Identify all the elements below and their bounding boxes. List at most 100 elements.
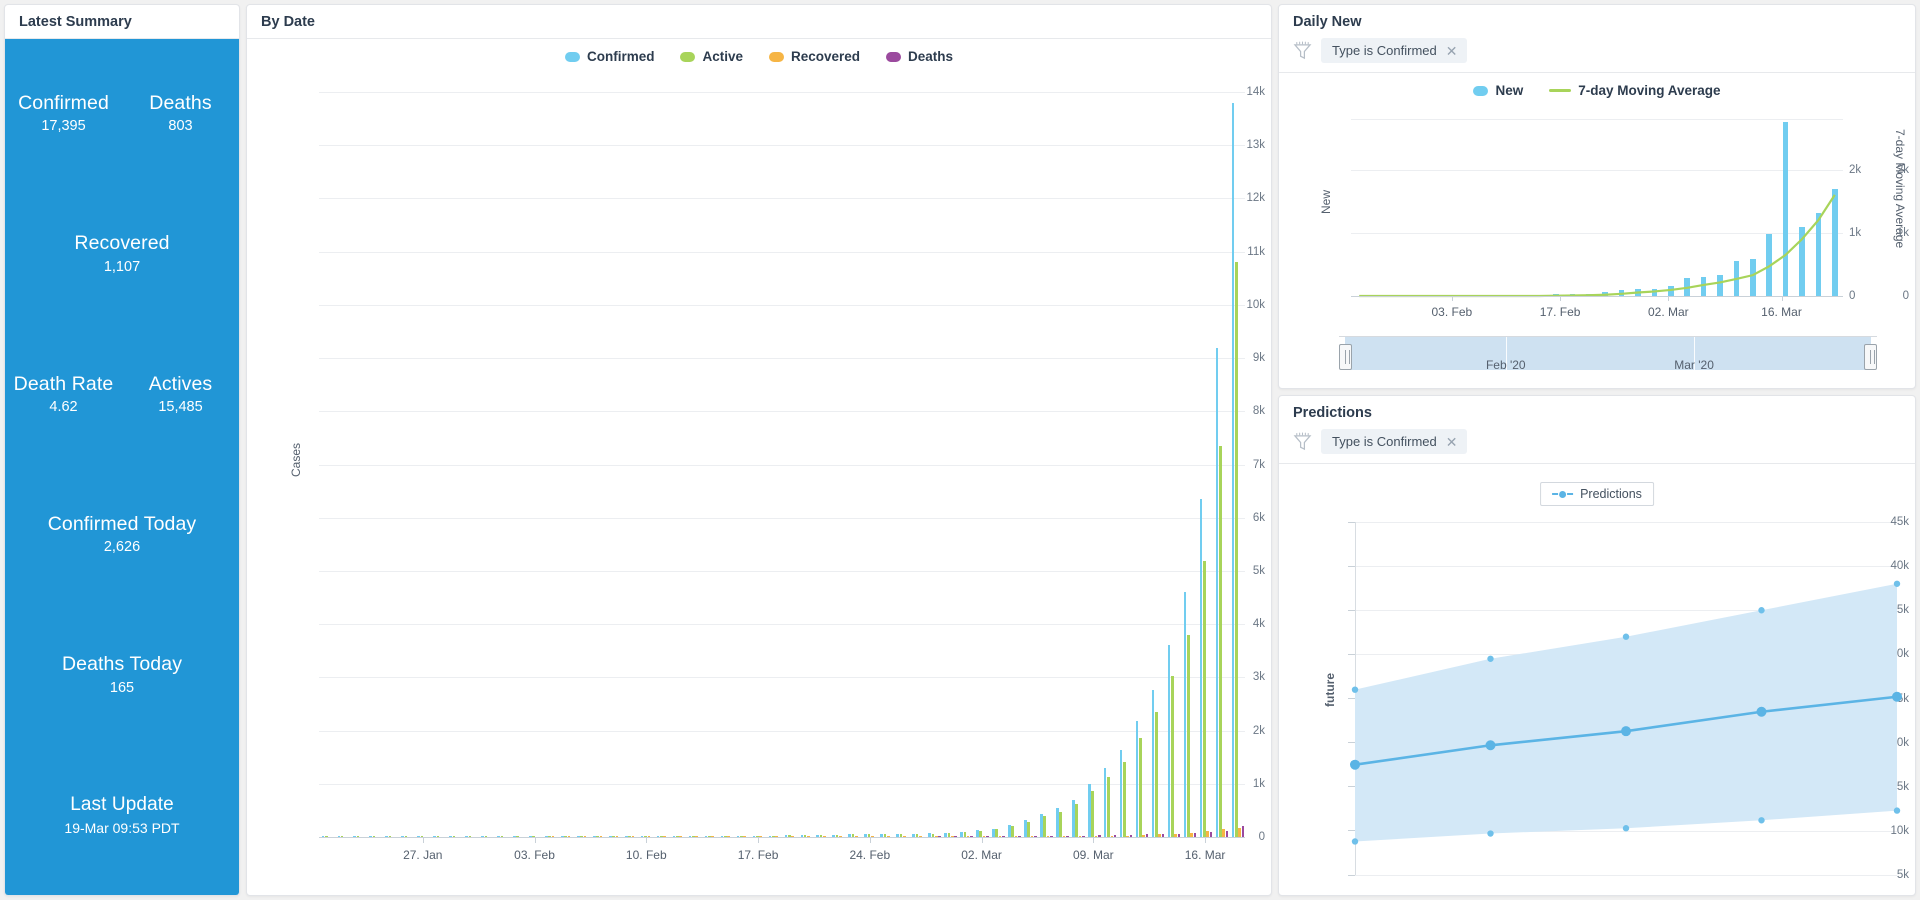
- legend-swatch-icon: [564, 51, 580, 62]
- bar[interactable]: [1024, 820, 1027, 837]
- x-axis-line: [319, 837, 1245, 838]
- bar[interactable]: [1241, 826, 1245, 837]
- bar[interactable]: [976, 830, 979, 837]
- slider-handle-right[interactable]: [1864, 344, 1877, 370]
- summary-row: Recovered 1,107: [5, 183, 239, 323]
- bar[interactable]: [1238, 827, 1241, 837]
- bar[interactable]: [1103, 767, 1107, 837]
- bar[interactable]: [1231, 103, 1235, 837]
- funnel-icon[interactable]: [1293, 40, 1312, 61]
- bar[interactable]: [1135, 720, 1139, 837]
- bar[interactable]: [1799, 227, 1805, 296]
- y-tick-label: 13k: [1246, 139, 1265, 152]
- gridline: [319, 517, 1245, 519]
- bar[interactable]: [1832, 188, 1838, 296]
- predictions-plot[interactable]: future5k10k15k20k25k30k35k40k45k: [1279, 464, 1915, 895]
- funnel-icon[interactable]: [1293, 431, 1312, 452]
- bar[interactable]: [1071, 799, 1075, 837]
- legend-item-deaths[interactable]: Deaths: [886, 49, 953, 64]
- bar[interactable]: [1027, 821, 1030, 837]
- bar[interactable]: [1040, 813, 1043, 837]
- predictions-series[interactable]: [1279, 464, 1915, 895]
- bar[interactable]: [995, 829, 999, 837]
- legend-item-confirmed[interactable]: Confirmed: [564, 49, 654, 64]
- gridline: [319, 251, 1245, 253]
- bar[interactable]: [1733, 261, 1740, 296]
- daily-new-plot[interactable]: New 7-day Moving Average 0 0 1k 1k 2k 2k 03. Feb…: [1279, 73, 1915, 388]
- bar[interactable]: [1782, 122, 1789, 296]
- bar[interactable]: [1651, 289, 1658, 296]
- bar[interactable]: [1171, 676, 1174, 837]
- slider-handle-left[interactable]: [1339, 344, 1352, 370]
- bar[interactable]: [1815, 213, 1822, 296]
- bar[interactable]: [1187, 635, 1190, 837]
- legend-swatch-icon: [680, 51, 696, 62]
- summary-row: Death Rate 4.62 Actives 15,485: [5, 324, 239, 464]
- predictions-plot-area[interactable]: Predictions future5k10k15k20k25k30k35k40…: [1279, 464, 1915, 895]
- bar[interactable]: [1202, 561, 1206, 837]
- bar[interactable]: [1668, 285, 1674, 296]
- bar[interactable]: [1059, 811, 1062, 837]
- x-tick-mark: [534, 837, 536, 843]
- y-tick-label: 11k: [1247, 245, 1265, 258]
- bar[interactable]: [1155, 712, 1158, 837]
- lower-bound-point: [1487, 830, 1494, 837]
- bar[interactable]: [1234, 261, 1238, 837]
- summary-row: Deaths Today 165: [5, 604, 239, 744]
- bar[interactable]: [1183, 592, 1187, 837]
- bar[interactable]: [1008, 825, 1011, 837]
- stat-label: Deaths: [149, 91, 212, 114]
- legend-item-recovered[interactable]: Recovered: [768, 49, 860, 64]
- bar[interactable]: [992, 828, 995, 837]
- slider-label-right: Mar '20: [1674, 358, 1714, 372]
- gridline: [319, 145, 1245, 147]
- bar[interactable]: [1075, 804, 1078, 837]
- daily-new-plot-area[interactable]: New 7-day Moving Average New 7-day Moving…: [1279, 73, 1915, 388]
- range-slider[interactable]: Feb '20 Mar '20: [1339, 336, 1877, 372]
- gridline: [319, 304, 1245, 306]
- stat-label: Confirmed Today: [47, 512, 197, 535]
- bar[interactable]: [1215, 347, 1219, 837]
- predictions-filter-bar: Type is Confirmed ✕: [1279, 429, 1915, 463]
- bar[interactable]: [1151, 689, 1155, 837]
- legend-item-active[interactable]: Active: [680, 49, 743, 64]
- daily-new-title: Daily New: [1293, 14, 1362, 30]
- stat-actives: Actives 15,485: [122, 324, 239, 464]
- stat-deaths-today: Deaths Today 165: [5, 604, 239, 744]
- bar[interactable]: [1091, 790, 1094, 837]
- x-axis-line: [1351, 296, 1843, 297]
- bar[interactable]: [1055, 808, 1059, 837]
- bar[interactable]: [1635, 288, 1641, 296]
- bar[interactable]: [1766, 233, 1772, 296]
- bar[interactable]: [1750, 258, 1756, 296]
- by-date-plot[interactable]: Cases 0 1k 2k 3k 4k 5k 6k 7k 8k 9k 10k 11k 12k 13k 14k 2…: [247, 64, 1271, 895]
- bar[interactable]: [1684, 277, 1690, 296]
- by-date-plot-area[interactable]: Cases 0 1k 2k 3k 4k 5k 6k 7k 8k 9k 10k 11k 12k 13k 14k 2…: [247, 64, 1271, 895]
- bar[interactable]: [1119, 750, 1123, 837]
- bar[interactable]: [1043, 816, 1046, 837]
- x-tick-label: 16. Mar: [1761, 305, 1802, 319]
- bar[interactable]: [1222, 829, 1225, 837]
- bar[interactable]: [1123, 762, 1126, 837]
- close-icon[interactable]: ✕: [1446, 44, 1458, 58]
- y2-tick-label: 0: [1849, 290, 1856, 302]
- stat-label: Deaths Today: [61, 653, 183, 676]
- stat-label: Confirmed: [18, 91, 109, 114]
- bar[interactable]: [1011, 826, 1015, 837]
- slider-selection[interactable]: [1345, 337, 1871, 370]
- bar[interactable]: [1717, 275, 1723, 296]
- stat-recovered: Recovered 1,107: [5, 183, 239, 323]
- close-icon[interactable]: ✕: [1446, 435, 1458, 449]
- bar[interactable]: [1139, 737, 1142, 837]
- legend-swatch-icon: [886, 51, 902, 62]
- filter-chip-type-confirmed[interactable]: Type is Confirmed ✕: [1321, 38, 1467, 63]
- bar[interactable]: [1700, 276, 1707, 296]
- bar[interactable]: [1087, 784, 1091, 837]
- filter-chip-type-confirmed[interactable]: Type is Confirmed ✕: [1321, 429, 1467, 454]
- x-tick-mark: [1205, 837, 1207, 843]
- bar[interactable]: [1199, 499, 1203, 837]
- bar[interactable]: [1218, 445, 1222, 837]
- bar[interactable]: [1167, 644, 1171, 837]
- upper-bound-point: [1487, 655, 1494, 662]
- bar[interactable]: [1107, 776, 1110, 837]
